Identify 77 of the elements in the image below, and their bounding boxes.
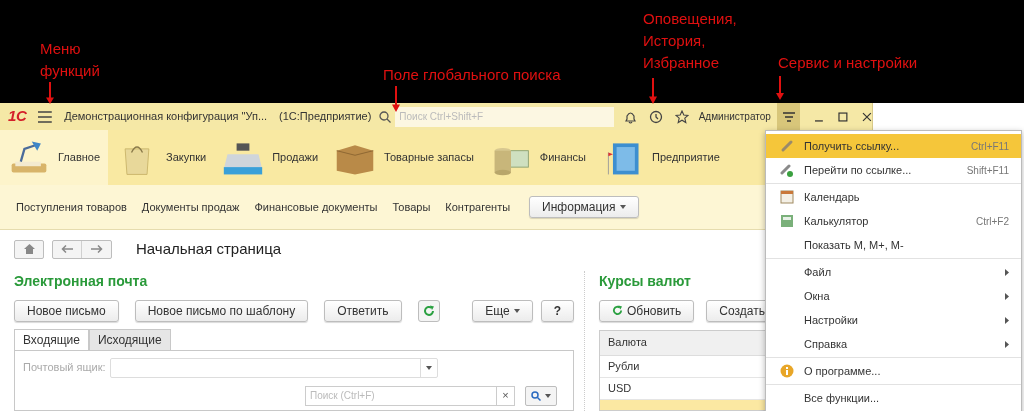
section-tab[interactable]: Товарные запасы [326, 130, 482, 185]
toolbar-button[interactable]: Новое письмо [14, 299, 119, 322]
user-name[interactable]: Администратор [698, 109, 771, 124]
menu-item[interactable]: Файл [766, 260, 1021, 284]
shortcut-label: Shift+F11 [966, 163, 1009, 178]
navigation-link[interactable]: Товары [392, 198, 431, 216]
page-title: Начальная страница [136, 239, 282, 259]
refresh-button[interactable]: Обновить [599, 299, 695, 322]
calendar-icon [780, 190, 794, 204]
search-icon [379, 110, 392, 123]
panel-heading: Электронная почта [14, 271, 148, 291]
annotation-arrow [649, 78, 657, 104]
panel-heading: Курсы валют [599, 271, 691, 291]
star-icon[interactable] [674, 109, 689, 124]
search-icon [531, 390, 541, 401]
caret-icon [513, 308, 520, 313]
information-button[interactable]: Информация [529, 196, 639, 218]
field-label: Почтовый ящик: [23, 360, 106, 376]
navigation-link[interactable]: Поступления товаров [16, 198, 127, 216]
search-field[interactable]: Поиск Ctrl+Shift+F [395, 106, 614, 127]
window-subtitle: (1С:Предприятие) [279, 109, 372, 125]
mail-search-field[interactable]: Поиск (Ctrl+F) × [305, 385, 515, 406]
menu-lines-icon [782, 111, 795, 122]
mail-tab[interactable]: Исходящие [88, 328, 171, 351]
submenu-arrow-icon [1005, 268, 1009, 276]
maximize-icon[interactable] [838, 111, 849, 122]
navigation-link[interactable]: Контрагенты [445, 198, 511, 216]
right-arrow-icon [90, 245, 103, 254]
home-button[interactable] [14, 239, 44, 259]
annotation-label: Оповещения, История, Избранное [643, 9, 737, 73]
mail-tab[interactable]: Входящие [14, 328, 89, 351]
section-tab[interactable]: Продажи [214, 130, 327, 185]
annotation-label: Сервис и настройки [778, 53, 918, 73]
refresh-button[interactable] [417, 299, 441, 322]
annotation-label: Меню функций [40, 39, 100, 81]
left-arrow-icon [61, 245, 73, 254]
submenu-arrow-icon [1005, 316, 1009, 324]
info-icon [780, 364, 794, 378]
refresh-icon [422, 304, 435, 317]
menu-item[interactable]: Все функции... [766, 386, 1021, 410]
caret-icon [545, 393, 551, 398]
annotation-label: Поле глобального поиска [383, 65, 561, 85]
section-tab[interactable]: Закупки [108, 130, 215, 185]
toolbar-button[interactable]: Ответить [324, 299, 402, 322]
annotation-arrow [46, 82, 54, 104]
history-icon[interactable] [648, 109, 663, 124]
section-tab[interactable]: Финансы [481, 130, 595, 185]
bell-icon[interactable] [623, 109, 637, 124]
annotation-arrow [776, 76, 784, 100]
caret-icon [425, 365, 432, 370]
more-button[interactable]: Еще [472, 299, 533, 322]
toolbar-button[interactable]: Новое письмо по шаблону [134, 299, 309, 322]
service-menu-button[interactable] [776, 103, 801, 130]
menu-item[interactable]: Перейти по ссылке... Shift+F11 [766, 158, 1021, 182]
home-icon [23, 244, 35, 255]
section-tab[interactable]: Предприятие [594, 130, 728, 185]
search-options-button[interactable] [525, 385, 557, 406]
menu-icon[interactable] [38, 110, 53, 123]
help-button[interactable]: ? [540, 299, 574, 322]
submenu-arrow-icon [1005, 292, 1009, 300]
close-icon[interactable] [862, 111, 872, 122]
refresh-icon [612, 305, 623, 316]
app-logo: 1С [8, 106, 27, 127]
menu-item[interactable]: Календарь [766, 185, 1021, 209]
menu-item[interactable]: О программе... [766, 359, 1021, 383]
caret-icon [619, 205, 626, 209]
window-title: Демонстрационная конфигурация "Уп... [64, 109, 268, 125]
shortcut-label: Ctrl+F11 [971, 139, 1009, 154]
section-tab[interactable]: Главное [0, 130, 109, 185]
menu-item[interactable]: Показать М, М+, М- [766, 233, 1021, 257]
menu-item[interactable]: Калькулятор Ctrl+F2 [766, 209, 1021, 233]
navigation-link[interactable]: Документы продаж [141, 198, 240, 216]
submenu-arrow-icon [1005, 340, 1009, 348]
menu-item[interactable]: Получить ссылку... Ctrl+F11 [766, 134, 1021, 158]
navigation-link[interactable]: Финансовые документы [254, 198, 378, 216]
calculator-icon [780, 214, 794, 228]
shortcut-label: Ctrl+F2 [975, 214, 1009, 229]
